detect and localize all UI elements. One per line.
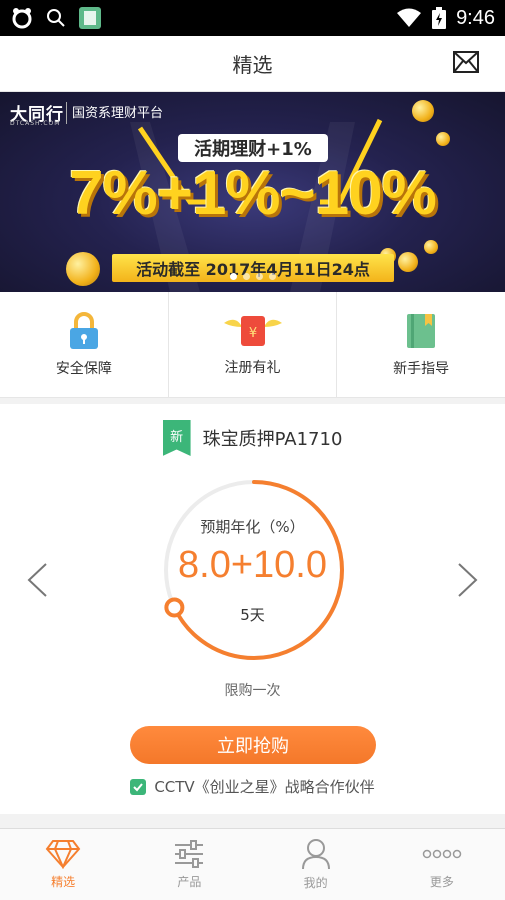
banner-divider (66, 102, 67, 124)
new-badge: 新 (162, 420, 191, 456)
expected-rate: 8.0+10.0 (178, 544, 327, 586)
bottom-tab-bar: 精选 产品 我的 更多 (0, 828, 505, 900)
tab-more[interactable]: 更多 (379, 829, 505, 900)
carousel-dot[interactable] (242, 273, 250, 280)
product-title-row: 新 珠宝质押PA1710 (0, 420, 505, 456)
more-dots-icon (422, 849, 462, 859)
status-bar: 9:46 (0, 0, 505, 36)
gold-coin-icon (398, 252, 418, 272)
check-shield-icon (130, 778, 147, 795)
mail-icon[interactable] (453, 51, 479, 73)
partner-text: CCTV《创业之星》战略合作伙伴 (154, 778, 375, 796)
diamond-icon (45, 840, 81, 869)
promo-banner[interactable]: 大同行 DTCASH.COM 国资系理财平台 活期理财+1% 7%+1%~10%… (0, 92, 505, 292)
quick-menu: 安全保障 ¥ 注册有礼 新手指导 (0, 292, 505, 398)
book-icon (407, 313, 436, 348)
tab-label: 更多 (429, 875, 454, 889)
gold-coin-icon (424, 240, 438, 254)
quick-label: 安全保障 (55, 360, 112, 377)
buy-now-button[interactable]: 立即抢购 (130, 726, 376, 764)
sliders-icon (175, 840, 204, 868)
product-name[interactable]: 珠宝质押PA1710 (203, 425, 343, 451)
purchase-limit: 限购一次 (224, 683, 281, 699)
tab-label: 精选 (51, 875, 76, 889)
gold-coin-icon (66, 252, 100, 286)
quick-label: 注册有礼 (224, 359, 281, 376)
clock: 9:46 (456, 6, 495, 29)
tab-mine[interactable]: 我的 (253, 829, 379, 900)
search-icon (47, 9, 65, 27)
tab-label: 我的 (303, 876, 328, 890)
quick-item-security[interactable]: 安全保障 (0, 292, 169, 397)
page-title: 精选 (232, 53, 273, 77)
quick-item-register-gift[interactable]: ¥ 注册有礼 (169, 292, 338, 397)
svg-text:¥: ¥ (248, 326, 256, 341)
rate-caption: 预期年化（%） (200, 518, 305, 536)
quick-label: 新手指导 (393, 360, 450, 377)
top-header: 精选 (0, 36, 505, 92)
tab-featured[interactable]: 精选 (0, 829, 126, 900)
notes-app-icon (79, 7, 101, 29)
carousel-dot[interactable] (268, 273, 276, 280)
gold-coin-icon (436, 132, 450, 146)
wifi-icon (397, 8, 422, 27)
brand-domain: DTCASH.COM (10, 120, 61, 127)
quick-item-beginner-guide[interactable]: 新手指导 (337, 292, 505, 397)
partner-line: CCTV《创业之星》战略合作伙伴 (0, 776, 505, 797)
app-ring-icon (12, 8, 32, 29)
gold-coin-icon (412, 100, 434, 122)
carousel-dots (0, 273, 505, 280)
carousel-dot[interactable] (229, 273, 237, 280)
battery-icon (432, 7, 447, 29)
banner-headline: 7%+1%~10% (69, 159, 437, 228)
tab-products[interactable]: 产品 (126, 829, 252, 900)
product-term: 5天 (240, 606, 265, 624)
brand-tagline: 国资系理财平台 (72, 106, 164, 121)
tab-label: 产品 (177, 875, 202, 889)
product-card: 新 珠宝质押PA1710 预期年化（%） 8.0+10.0 5天 限购一次 立即… (0, 404, 505, 814)
lock-icon (69, 311, 98, 349)
carousel-dot[interactable] (255, 273, 263, 280)
user-icon (301, 839, 330, 870)
red-envelope-icon: ¥ (223, 315, 282, 346)
